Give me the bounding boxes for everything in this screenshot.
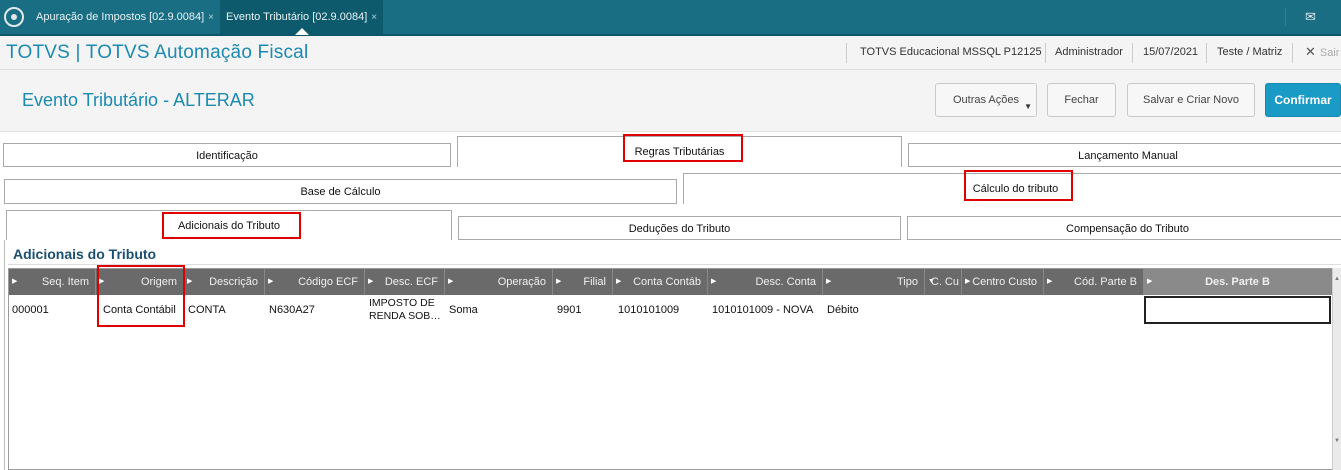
column-header-c-cu[interactable]: ▼ C. Cu	[925, 269, 962, 295]
scroll-up-icon[interactable]: ▲	[1334, 276, 1340, 282]
sort-arrow-icon: ▶	[556, 278, 562, 285]
sort-arrow-icon: ▶	[826, 278, 832, 285]
cell-tipo[interactable]: Débito	[827, 304, 859, 316]
mail-icon[interactable]: ✉	[1285, 8, 1335, 26]
cell-desc-ecf-line2[interactable]: RENDA SOB…	[369, 310, 441, 322]
column-header-tipo[interactable]: ▶ Tipo	[823, 269, 925, 295]
column-header-seq-item[interactable]: ▶ Seq. Item	[9, 269, 96, 295]
sort-arrow-icon: ▶	[187, 278, 193, 285]
divider	[1132, 43, 1133, 63]
close-button[interactable]: Fechar	[1047, 83, 1116, 117]
date-label: 15/07/2021	[1143, 46, 1199, 58]
section-title: Adicionais do Tributo	[13, 246, 157, 262]
column-header-descricao[interactable]: ▶ Descrição	[184, 269, 265, 295]
column-header-centro-custo[interactable]: ▶ Centro Custo	[962, 269, 1044, 295]
scroll-down-icon[interactable]: ▼	[1334, 438, 1340, 444]
column-header-conta-contabil[interactable]: ▶ Conta Contáb	[613, 269, 708, 295]
environment-label: TOTVS Educacional MSSQL P12125	[860, 46, 1042, 58]
exit-label: Sair	[1319, 47, 1340, 59]
cell-filial[interactable]: 9901	[557, 304, 581, 316]
exit-button[interactable]: ✕ Sair	[1305, 44, 1339, 60]
app-title: TOTVS | TOTVS Automação Fiscal	[6, 42, 309, 63]
tab-evento-tributario[interactable]: Evento Tributário [02.9.0084] ×	[220, 0, 384, 35]
sort-arrow-icon: ▶	[711, 278, 717, 285]
highlight-box	[97, 265, 185, 327]
tab-apuracao-impostos[interactable]: Apuração de Impostos [02.9.0084] ×	[30, 0, 220, 34]
form-bar: Evento Tributário - ALTERAR Outras Ações…	[0, 70, 1341, 132]
sort-arrow-icon: ▶	[616, 278, 622, 285]
company-label[interactable]: Teste / Matriz	[1217, 46, 1282, 58]
column-header-desc-ecf[interactable]: ▶ Desc. ECF	[365, 269, 445, 295]
column-header-operacao[interactable]: ▶ Operação	[445, 269, 553, 295]
divider	[1206, 43, 1207, 63]
tab-identificacao[interactable]: Identificação	[3, 143, 451, 167]
tab-label: Apuração de Impostos [02.9.0084]	[36, 11, 205, 23]
grid-scrollbar[interactable]: ▲ ▼	[1332, 268, 1341, 470]
column-header-cod-parte-b[interactable]: ▶ Cód. Parte B	[1044, 269, 1144, 295]
cell-des-parte-b-selected[interactable]	[1144, 296, 1331, 324]
save-new-button[interactable]: Salvar e Criar Novo	[1127, 83, 1255, 117]
totvs-logo-icon[interactable]	[4, 7, 24, 27]
tab-compensacao-tributo[interactable]: Compensação do Tributo	[907, 216, 1341, 240]
confirm-button[interactable]: Confirmar	[1265, 83, 1341, 117]
highlight-box	[162, 212, 301, 239]
sort-arrow-icon: ▶	[268, 278, 274, 285]
cell-conta-contabil[interactable]: 1010101009	[618, 304, 679, 316]
form-title: Evento Tributário - ALTERAR	[22, 90, 255, 110]
divider	[1292, 43, 1293, 63]
column-header-filial[interactable]: ▶ Filial	[553, 269, 613, 295]
column-header-des-parte-b[interactable]: ▶ Des. Parte B	[1144, 269, 1332, 295]
tab-base-calculo[interactable]: Base de Cálculo	[4, 179, 677, 204]
data-grid[interactable]	[8, 268, 1333, 470]
tab-label: Evento Tributário [02.9.0084]	[226, 11, 368, 23]
sort-arrow-icon: ▶	[12, 278, 18, 285]
divider	[8, 264, 1341, 265]
top-tab-bar: Apuração de Impostos [02.9.0084] × Evento…	[0, 0, 1341, 36]
cell-descricao[interactable]: CONTA	[188, 304, 226, 316]
sort-arrow-icon: ▶	[448, 278, 454, 285]
cell-desc-conta[interactable]: 1010101009 - NOVA	[712, 304, 813, 316]
other-actions-button[interactable]: Outras Ações ▼	[935, 83, 1037, 117]
tab-lancamento-manual[interactable]: Lançamento Manual	[908, 143, 1341, 167]
highlight-box	[623, 134, 743, 162]
cell-desc-ecf-line1[interactable]: IMPOSTO DE	[369, 297, 435, 309]
cell-seq-item[interactable]: 000001	[12, 304, 49, 316]
cell-codigo-ecf[interactable]: N630A27	[269, 304, 315, 316]
close-icon[interactable]: ×	[208, 12, 214, 23]
close-icon[interactable]: ×	[371, 12, 377, 23]
sort-arrow-icon: ▶	[368, 278, 374, 285]
cell-operacao[interactable]: Soma	[449, 304, 478, 316]
sort-arrow-icon: ▶	[1047, 278, 1053, 285]
column-header-codigo-ecf[interactable]: ▶ Código ECF	[265, 269, 365, 295]
other-actions-label: Outras Ações	[952, 94, 1020, 106]
app-header: TOTVS | TOTVS Automação Fiscal TOTVS Edu…	[0, 36, 1341, 70]
highlight-box	[964, 170, 1073, 201]
user-label: Administrador	[1055, 46, 1123, 58]
divider	[1045, 43, 1046, 63]
sort-arrow-icon: ▶	[965, 278, 971, 285]
column-header-desc-conta[interactable]: ▶ Desc. Conta	[708, 269, 823, 295]
chevron-down-icon: ▼	[1024, 102, 1032, 111]
divider	[846, 43, 847, 63]
tab-deducoes-tributo[interactable]: Deduções do Tributo	[458, 216, 901, 240]
